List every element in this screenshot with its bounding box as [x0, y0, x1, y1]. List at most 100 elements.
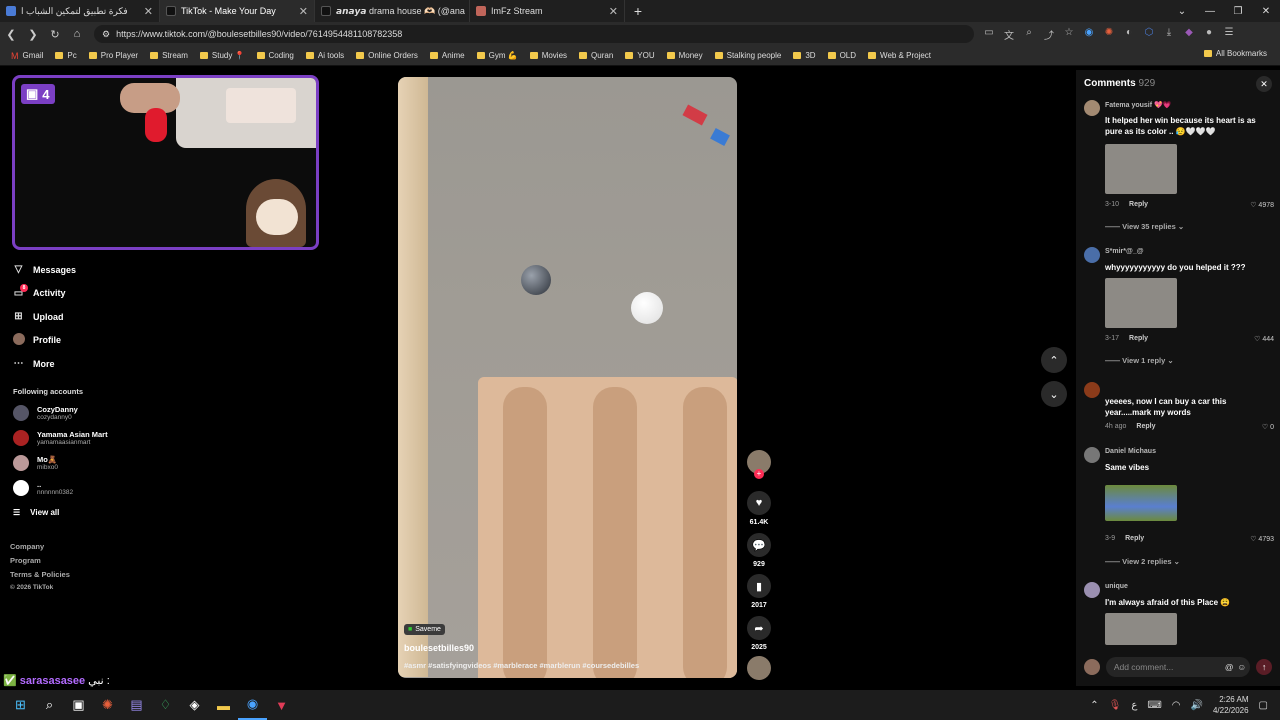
app-icon[interactable]: ▤: [122, 690, 151, 720]
bookmark-star-icon[interactable]: ☆: [1062, 27, 1076, 42]
new-tab-button[interactable]: +: [625, 0, 651, 22]
video-tag-badge[interactable]: ■ Saveme: [404, 624, 445, 635]
comment-image[interactable]: [1105, 144, 1177, 194]
tab-search-icon[interactable]: ⌄: [1168, 0, 1196, 22]
avatar[interactable]: [1084, 447, 1100, 463]
bookmark-folder[interactable]: Ai tools: [301, 51, 349, 60]
footer-link[interactable]: Terms & Policies: [10, 570, 70, 579]
home-icon[interactable]: ⌂: [66, 22, 88, 46]
avatar[interactable]: [1084, 100, 1100, 116]
close-comments-button[interactable]: ✕: [1256, 76, 1272, 92]
forward-icon[interactable]: ❯: [22, 22, 44, 46]
reply-button[interactable]: Reply: [1129, 335, 1148, 342]
sidebar-item-upload[interactable]: ⊞ Upload: [12, 305, 132, 329]
video-player[interactable]: ■ Saveme boulesetbilles90 #asmr #satisfy…: [398, 77, 737, 678]
app-icon[interactable]: ✺: [93, 690, 122, 720]
bookmark-folder[interactable]: Gym 💪: [472, 51, 523, 60]
browser-icon[interactable]: ◉: [238, 690, 267, 720]
sound-avatar[interactable]: [744, 656, 774, 680]
comment-likes[interactable]: ♡ 444: [1254, 335, 1274, 343]
previous-video-button[interactable]: ⌃: [1041, 347, 1067, 373]
sidebar-item-more[interactable]: ⋯ More: [12, 352, 132, 376]
share-icon[interactable]: ⤴: [1042, 27, 1056, 42]
menu-icon[interactable]: ☰: [1222, 27, 1236, 42]
network-icon[interactable]: ⌨: [1147, 700, 1161, 711]
minimize-icon[interactable]: —: [1196, 0, 1224, 22]
maximize-icon[interactable]: ❐: [1224, 0, 1252, 22]
following-account[interactable]: Mo🧸 mibxo0: [13, 455, 58, 471]
zoom-icon[interactable]: ⌕: [1022, 27, 1036, 42]
translate-icon[interactable]: 文: [1002, 27, 1016, 42]
video-author[interactable]: boulesetbilles90: [404, 643, 474, 653]
following-account[interactable]: Yamama Asian Mart yamamaasianmart: [13, 430, 108, 446]
bookmark-folder[interactable]: Movies: [525, 51, 572, 60]
extension-icon[interactable]: ✺: [1102, 27, 1116, 42]
bookmark-gmail[interactable]: M Gmail: [6, 51, 48, 61]
comment-image[interactable]: [1105, 278, 1177, 328]
following-account[interactable]: .. nnnnnn0382: [13, 480, 73, 496]
bookmark-folder[interactable]: Coding: [252, 51, 299, 60]
mention-icon[interactable]: @: [1225, 662, 1234, 672]
app-icon[interactable]: ▼: [267, 690, 296, 720]
volume-icon[interactable]: 🔊: [1191, 700, 1203, 711]
footer-link[interactable]: Program: [10, 556, 41, 565]
chevron-up-icon[interactable]: ⌃: [1090, 700, 1098, 711]
bookmark-folder[interactable]: 3D: [788, 51, 820, 60]
bookmark-folder[interactable]: Money: [662, 51, 708, 60]
microphone-icon[interactable]: 🎙: [1109, 700, 1122, 711]
close-window-icon[interactable]: ✕: [1252, 0, 1280, 22]
app-icon[interactable]: ◈: [180, 690, 209, 720]
avatar[interactable]: [1084, 382, 1100, 398]
close-tab-icon[interactable]: ✕: [144, 5, 153, 18]
creator-avatar[interactable]: +: [744, 450, 774, 479]
view-replies-button[interactable]: —— View 2 replies ⌄: [1105, 557, 1180, 566]
reload-icon[interactable]: ↻: [44, 22, 66, 46]
bookmark-folder[interactable]: Pro Player: [84, 51, 143, 60]
comment-likes[interactable]: ♡ 4793: [1250, 535, 1274, 543]
comment-image[interactable]: [1105, 613, 1177, 645]
store-icon[interactable]: ▣: [64, 690, 93, 720]
comment-likes[interactable]: ♡ 4978: [1250, 201, 1274, 209]
bookmark-folder[interactable]: Stalking people: [710, 51, 787, 60]
send-comment-button[interactable]: ↑: [1256, 659, 1272, 675]
windows-start-icon[interactable]: ⊞: [6, 690, 35, 720]
comment-user[interactable]: S*mir*@_@: [1105, 248, 1144, 255]
comment-user[interactable]: Fatema yousif 💖💗: [1105, 101, 1171, 109]
bookmark-folder[interactable]: OLD: [823, 51, 861, 60]
close-tab-icon[interactable]: ✕: [299, 5, 308, 18]
reply-button[interactable]: Reply: [1129, 201, 1148, 208]
close-tab-icon[interactable]: ✕: [609, 5, 618, 18]
browser-tab[interactable]: 𝙖𝙣𝙖𝙮𝙖 drama house 🫶🏻 (@ana ✕: [315, 0, 470, 22]
share-button[interactable]: ➦ 2025: [744, 616, 774, 651]
reply-button[interactable]: Reply: [1136, 423, 1155, 430]
follow-plus-icon[interactable]: +: [754, 469, 764, 479]
download-icon[interactable]: ⤓: [1162, 27, 1176, 42]
extension-icon[interactable]: ◆: [1182, 27, 1196, 42]
bookmark-folder[interactable]: Anime: [425, 51, 470, 60]
extension-icon[interactable]: ◉: [1082, 27, 1096, 42]
cast-icon[interactable]: ▭: [982, 27, 996, 42]
view-all-link[interactable]: ☰ View all: [13, 508, 59, 517]
back-icon[interactable]: ❮: [0, 22, 22, 46]
avatar[interactable]: [1084, 247, 1100, 263]
wifi-icon[interactable]: ◠: [1172, 700, 1181, 711]
language-indicator[interactable]: ع: [1131, 700, 1137, 711]
bookmark-folder[interactable]: Online Orders: [351, 51, 423, 60]
footer-link[interactable]: Company: [10, 542, 44, 551]
site-info-icon[interactable]: ⚙: [102, 29, 110, 40]
browser-tab[interactable]: فكرة تطبيق لتمكين الشباب ا ✕: [0, 0, 160, 22]
bookmark-folder[interactable]: Study 📍: [195, 51, 250, 60]
browser-tab[interactable]: ImFz Stream ✕: [470, 0, 625, 22]
profile-icon[interactable]: ●: [1202, 27, 1216, 42]
comment-likes[interactable]: ♡ 0: [1262, 423, 1274, 431]
reply-button[interactable]: Reply: [1125, 535, 1144, 542]
all-bookmarks[interactable]: All Bookmarks: [1199, 49, 1272, 58]
bookmark-folder[interactable]: YOU: [620, 51, 659, 60]
comment-user[interactable]: unique: [1105, 583, 1128, 590]
sidebar-item-profile[interactable]: Profile: [12, 329, 132, 353]
bookmark-folder[interactable]: Stream: [145, 51, 193, 60]
next-video-button[interactable]: ⌄: [1041, 381, 1067, 407]
emoji-icon[interactable]: ☺: [1238, 662, 1247, 672]
notifications-icon[interactable]: ▢: [1259, 700, 1268, 711]
comment-image[interactable]: [1105, 485, 1177, 521]
